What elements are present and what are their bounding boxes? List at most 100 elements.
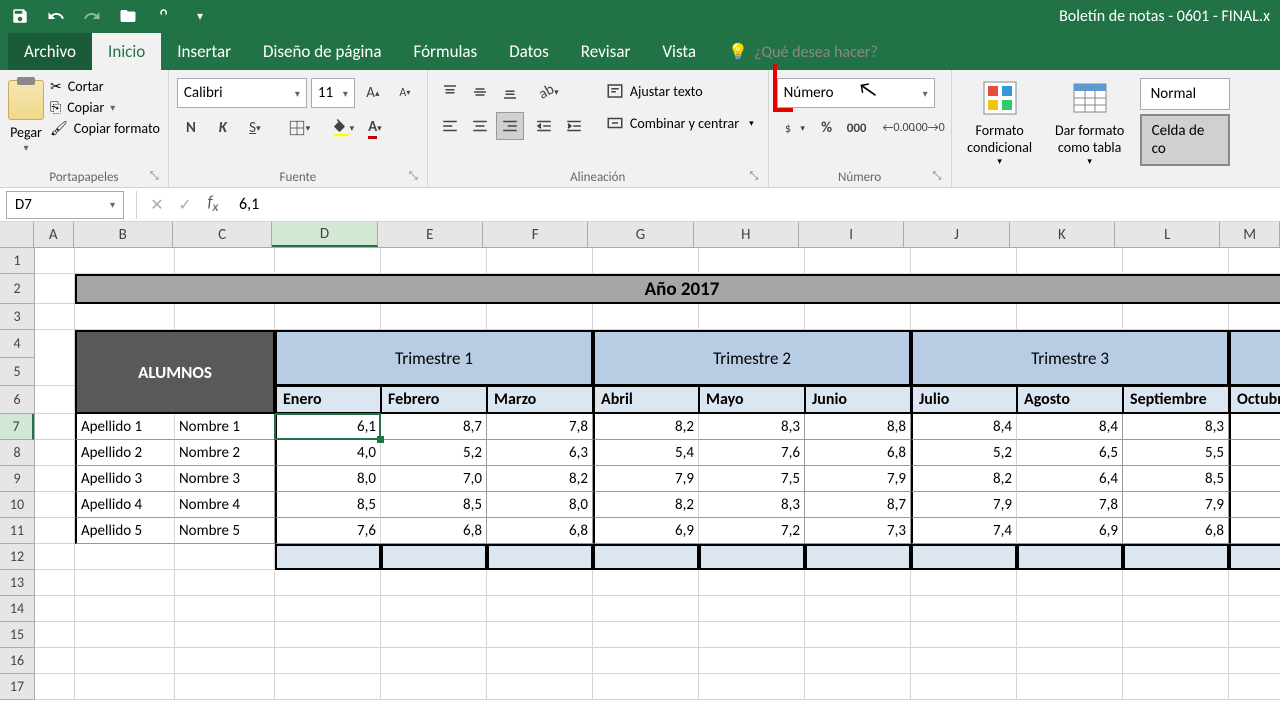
col-header-C[interactable]: C [173, 222, 272, 247]
open-icon[interactable] [116, 4, 140, 28]
row-headers[interactable]: 1234567891011121314151617 [0, 248, 35, 700]
number-launcher-icon[interactable]: ⤡ [933, 169, 947, 183]
row-header-12[interactable]: 12 [0, 544, 34, 570]
border-button[interactable]: ▾ [285, 114, 313, 142]
alignment-launcher-icon[interactable]: ⤡ [750, 169, 764, 183]
row-header-8[interactable]: 8 [0, 440, 34, 466]
row-header-1[interactable]: 1 [0, 248, 34, 274]
col-header-E[interactable]: E [378, 222, 483, 247]
row-header-11[interactable]: 11 [0, 518, 34, 544]
align-middle-icon[interactable] [466, 78, 494, 106]
row-header-10[interactable]: 10 [0, 492, 34, 518]
col-header-G[interactable]: G [588, 222, 693, 247]
font-launcher-icon[interactable]: ⤡ [409, 169, 423, 183]
underline-button[interactable]: S▾ [241, 114, 269, 142]
copy-icon: ⎘ [50, 99, 61, 116]
orientation-icon[interactable]: ab▾ [530, 78, 568, 106]
align-right-icon[interactable] [496, 112, 524, 140]
col-header-K[interactable]: K [1010, 222, 1115, 247]
bold-button[interactable]: N [177, 114, 205, 142]
paste-icon [8, 80, 44, 120]
paste-button[interactable]: Pegar ▾ [8, 74, 44, 154]
row-header-4[interactable]: 4 [0, 330, 34, 358]
cancel-formula-icon[interactable]: ✕ [143, 195, 171, 215]
tab-formulas[interactable]: Fórmulas [398, 33, 494, 70]
tab-page-layout[interactable]: Diseño de página [247, 33, 398, 70]
fill-color-button[interactable]: ▾ [329, 114, 357, 142]
decrease-decimal-icon[interactable]: .00→0 [915, 114, 943, 142]
select-all-corner[interactable] [0, 222, 34, 247]
style-cell-highlight[interactable]: Celda de co [1140, 114, 1230, 166]
col-header-D[interactable]: D [272, 222, 377, 247]
touch-mode-icon[interactable] [152, 4, 176, 28]
column-headers[interactable]: ABCDEFGHIJKLM [0, 222, 1280, 248]
formula-input[interactable]: 6,1 [227, 195, 1280, 214]
svg-text:$: $ [785, 123, 791, 137]
font-name-combo[interactable]: Calibri▾ [177, 78, 307, 108]
increase-decimal-icon[interactable]: ←0.00 [885, 114, 913, 142]
percent-icon[interactable]: % [813, 114, 841, 142]
col-header-H[interactable]: H [694, 222, 799, 247]
decrease-font-icon[interactable]: A▾ [391, 79, 419, 107]
tab-data[interactable]: Datos [493, 33, 565, 70]
format-as-table-button[interactable]: Dar formato como tabla ▾ [1050, 78, 1130, 167]
col-header-F[interactable]: F [483, 222, 588, 247]
col-header-A[interactable]: A [34, 222, 74, 247]
group-alignment: ab▾ Ajustar texto Combinar y centrar ▾ [428, 70, 769, 187]
row-header-7[interactable]: 7 [0, 414, 34, 440]
col-header-I[interactable]: I [799, 222, 904, 247]
row-header-13[interactable]: 13 [0, 570, 34, 596]
row-header-17[interactable]: 17 [0, 674, 34, 700]
row-header-5[interactable]: 5 [0, 358, 34, 386]
group-number: Número▾ $▾ % 000 ←0.00 .00→0 [769, 70, 952, 187]
row-header-16[interactable]: 16 [0, 648, 34, 674]
merge-center-button[interactable]: Combinar y centrar ▾ [600, 110, 760, 136]
row-header-9[interactable]: 9 [0, 466, 34, 492]
decrease-indent-icon[interactable] [530, 112, 558, 140]
style-normal[interactable]: Normal [1140, 78, 1230, 110]
align-left-icon[interactable] [436, 112, 464, 140]
enter-formula-icon[interactable]: ✓ [171, 195, 199, 215]
col-header-M[interactable]: M [1220, 222, 1280, 247]
increase-indent-icon[interactable] [560, 112, 588, 140]
align-top-icon[interactable] [436, 78, 464, 106]
tell-me-search[interactable]: 💡 ¿Qué desea hacer? [712, 34, 894, 70]
font-color-button[interactable]: A▾ [361, 114, 389, 142]
conditional-formatting-button[interactable]: Formato condicional ▾ [960, 78, 1040, 167]
italic-button[interactable]: K [209, 114, 237, 142]
col-header-L[interactable]: L [1115, 222, 1220, 247]
row-header-3[interactable]: 3 [0, 304, 34, 330]
col-header-B[interactable]: B [74, 222, 173, 247]
cut-button[interactable]: ✂ Cortar [50, 78, 160, 95]
tab-insert[interactable]: Insertar [161, 33, 247, 70]
bulb-icon: 💡 [728, 42, 748, 62]
comma-icon[interactable]: 000 [843, 114, 871, 142]
row-header-15[interactable]: 15 [0, 622, 34, 648]
undo-icon[interactable] [44, 4, 68, 28]
tab-file[interactable]: Archivo [8, 33, 92, 70]
fx-icon[interactable]: fx [199, 193, 227, 215]
redo-icon[interactable] [80, 4, 104, 28]
wrap-text-button[interactable]: Ajustar texto [600, 78, 760, 104]
qat-customize-icon[interactable]: ▾ [188, 4, 212, 28]
number-format-combo[interactable]: Número▾ [777, 78, 935, 108]
name-box[interactable]: D7▾ [6, 191, 124, 219]
increase-font-icon[interactable]: A▴ [359, 79, 387, 107]
align-center-icon[interactable] [466, 112, 494, 140]
grid-cells[interactable]: Año 2017ALUMNOSTrimestre 1Trimestre 2Tri… [35, 248, 1280, 700]
row-header-6[interactable]: 6 [0, 386, 34, 414]
row-header-14[interactable]: 14 [0, 596, 34, 622]
format-painter-button[interactable]: 🖌 Copiar formato [50, 120, 160, 137]
clipboard-launcher-icon[interactable]: ⤡ [150, 169, 164, 183]
tab-review[interactable]: Revisar [565, 33, 647, 70]
formula-bar: D7▾ ✕ ✓ fx 6,1 [0, 188, 1280, 222]
col-header-J[interactable]: J [904, 222, 1009, 247]
accounting-format-icon[interactable]: $▾ [777, 114, 811, 142]
copy-button[interactable]: ⎘ Copiar ▾ [50, 99, 160, 116]
tab-home[interactable]: Inicio [92, 33, 161, 70]
save-icon[interactable] [8, 4, 32, 28]
row-header-2[interactable]: 2 [0, 274, 34, 304]
font-size-combo[interactable]: 11▾ [311, 78, 355, 108]
tab-view[interactable]: Vista [646, 33, 712, 70]
align-bottom-icon[interactable] [496, 78, 524, 106]
